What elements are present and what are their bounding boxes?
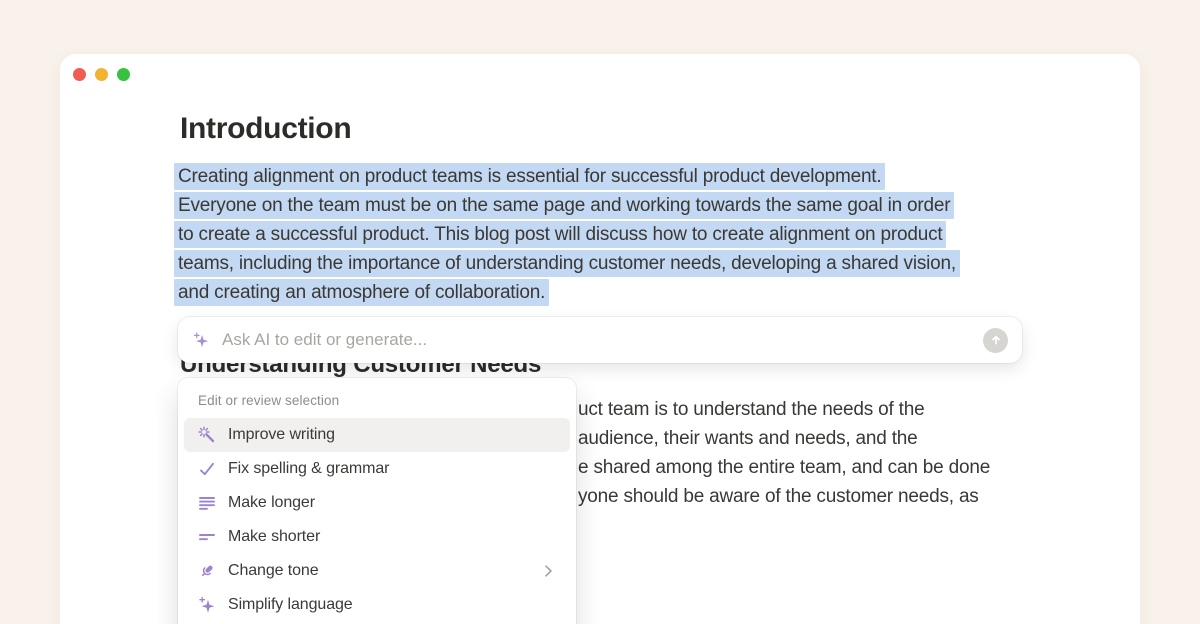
selected-text-line[interactable]: teams, including the importance of under… (174, 250, 960, 277)
selected-paragraph[interactable]: Creating alignment on product teams is e… (174, 163, 960, 308)
menu-item-change-tone[interactable]: Change tone (184, 554, 570, 588)
menu-section-label: Edit or review selection (198, 392, 556, 410)
body-text-line[interactable]: uct team is to understand the needs of t… (578, 396, 925, 423)
wand-sparkle-icon (198, 426, 216, 444)
screenshot-canvas: Introduction Creating alignment on produ… (0, 0, 1200, 624)
menu-item-label: Make longer (228, 494, 315, 512)
body-text-line[interactable]: yone should be aware of the customer nee… (578, 483, 979, 510)
submit-prompt-button[interactable] (983, 328, 1008, 353)
ai-prompt-input[interactable] (220, 329, 973, 351)
menu-item-label: Make shorter (228, 528, 320, 546)
zoom-window-button[interactable] (117, 68, 130, 81)
arrow-up-icon (989, 333, 1003, 347)
menu-item-make-longer[interactable]: Make longer (184, 486, 570, 520)
menu-item-simplify-language[interactable]: Simplify language (184, 588, 570, 622)
selected-text-line[interactable]: Creating alignment on product teams is e… (174, 163, 885, 190)
lines-long-icon (198, 494, 216, 512)
ai-action-menu: Edit or review selection Improve writing… (178, 378, 576, 624)
minimize-window-button[interactable] (95, 68, 108, 81)
menu-item-improve-writing[interactable]: Improve writing (184, 418, 570, 452)
body-text-line[interactable]: audience, their wants and needs, and the (578, 425, 918, 452)
selected-text-line[interactable]: Everyone on the team must be on the same… (174, 192, 954, 219)
window-controls (73, 68, 130, 81)
sparkle-icon (198, 596, 216, 614)
selected-text-line[interactable]: and creating an atmosphere of collaborat… (174, 279, 549, 306)
ai-sparkle-icon (192, 331, 210, 349)
app-window: Introduction Creating alignment on produ… (60, 54, 1140, 624)
ai-prompt-bar (178, 317, 1022, 363)
close-window-button[interactable] (73, 68, 86, 81)
menu-item-label: Simplify language (228, 596, 353, 614)
page-title[interactable]: Introduction (180, 112, 351, 146)
body-text-line[interactable]: e shared among the entire team, and can … (578, 454, 990, 481)
check-icon (198, 460, 216, 478)
menu-item-make-shorter[interactable]: Make shorter (184, 520, 570, 554)
chevron-right-icon (540, 563, 556, 579)
lines-short-icon (198, 528, 216, 546)
menu-item-label: Fix spelling & grammar (228, 460, 389, 478)
menu-item-label: Improve writing (228, 426, 335, 444)
menu-item-label: Change tone (228, 562, 319, 580)
menu-item-fix-spelling-grammar[interactable]: Fix spelling & grammar (184, 452, 570, 486)
selected-text-line[interactable]: to create a successful product. This blo… (174, 221, 946, 248)
microphone-icon (198, 562, 216, 580)
